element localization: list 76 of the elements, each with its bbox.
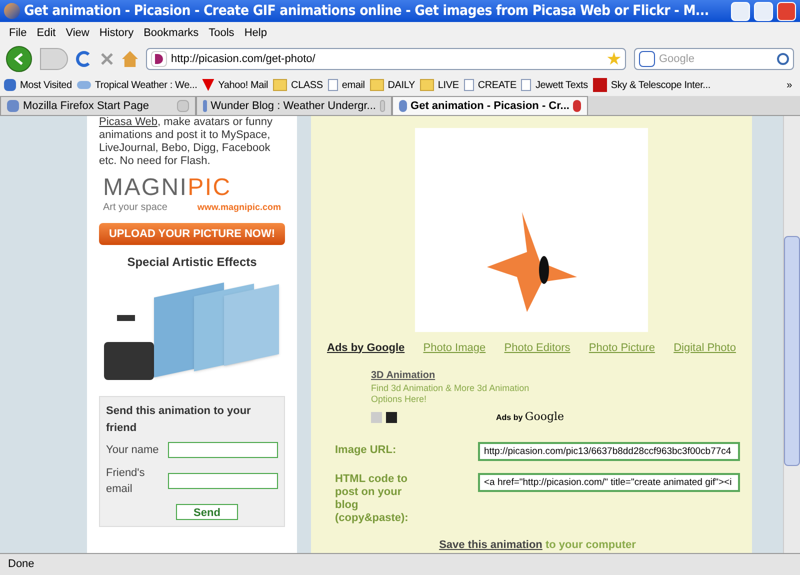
next-button[interactable] [386,412,397,423]
bookmark-item[interactable]: Tropical Weather : We... [94,78,198,92]
menu-item[interactable]: View [60,24,94,42]
intro-paragraph: Picasa Web, make avatars or funny animations and post it to MySpace, LiveJournal, Bebo, Digg, Facebook etc. No need for Flash. [99,116,274,168]
save-link[interactable]: Save this animation [439,538,542,550]
address-bar[interactable]: http://picasion.com/get-photo/ [146,48,626,70]
bookmark-item[interactable]: CREATE [478,78,516,92]
close-button[interactable] [777,2,796,20]
field-label: HTML code to post on your blog (copy&paste): [335,472,410,524]
browser-tab[interactable]: Wunder Blog : Weather Undergr... [196,96,392,115]
ads-by-google-label: Ads by Google [496,409,564,425]
menu-item[interactable]: Tools [204,24,240,42]
forward-button[interactable] [40,48,68,70]
logo-wordmark: MAGNI PIC [103,176,232,200]
bookmark-item[interactable]: Yahoo! Mail [218,78,268,92]
save-sentence: Save this animation to your computer [438,538,637,552]
square-logo-icon [592,78,607,92]
send-button[interactable]: Send [176,504,238,520]
bookmark-item[interactable]: email [342,78,365,92]
input-field[interactable]: <a href="http://picasion.com/" title="create animated gif"><i [478,472,740,492]
bookmark-item[interactable]: Jewett Texts [535,78,588,92]
page-icon [464,79,474,91]
menu-item[interactable]: Bookmarks [138,24,204,42]
tab-favicon-icon [203,100,207,112]
input-field[interactable] [168,442,278,458]
browser-tab[interactable]: Get animation - Picasion - Cr... [392,96,588,115]
picasa-link[interactable]: Picasa Web [99,116,158,128]
site-icon [151,51,167,67]
field-label: Friend's email [106,466,146,497]
menu-item[interactable]: Edit [32,24,61,42]
field-label: Your name [106,443,159,458]
search-placeholder: Google [659,52,696,67]
firefox-icon [4,3,20,19]
home-icon[interactable] [122,51,138,67]
cloud-icon [76,81,91,89]
input-field[interactable]: http://picasion.com/pic13/6637b8dd28ccf963bc3f00cb77c4 [478,442,740,460]
ads-label: Ads by Google [327,340,405,356]
folder-icon [273,79,288,91]
folder-icon [370,79,384,91]
tab-favicon-icon [7,100,19,112]
restore-button[interactable] [754,2,773,20]
logo-url: www.magnipic.com [197,201,281,214]
tab-title: Mozilla Firefox Start Page [23,98,150,114]
bookmark-item[interactable]: Most Visited [20,78,72,92]
input-field[interactable] [168,473,278,489]
effects-title: Special Artistic Effects [126,254,258,271]
url-text: http://picasion.com/get-photo/ [171,52,316,67]
bookmark-item[interactable]: CLASS [291,78,323,92]
reload-icon[interactable] [76,51,92,67]
more-bookmarks-button[interactable]: » [786,78,796,92]
field-label: Image URL: [335,442,396,458]
bookmark-item[interactable]: DAILY [388,78,415,92]
tab-close-icon[interactable] [573,100,581,112]
back-button[interactable] [6,46,32,72]
stop-icon[interactable] [100,52,114,66]
tab-title: Get animation - Picasion - Cr... [410,98,570,114]
tab-title: Wunder Blog : Weather Undergr... [210,98,376,114]
menu-item[interactable]: History [94,24,139,42]
minimize-button[interactable] [731,2,750,20]
page-icon [521,79,532,91]
window-title: Get animation - Picasion - Create GIF animations online - Get images from Picasa Web or Flickr - M... [24,2,710,20]
page-icon [328,79,338,91]
ad-text: Find 3d Animation & More 3d Animation Options Here! [371,383,530,405]
menu-item[interactable]: File [4,24,32,42]
scrollbar[interactable] [783,116,800,553]
ad-title[interactable]: 3D Animation [371,368,436,383]
status-text: Done [8,557,34,572]
browser-tab[interactable]: Mozilla Firefox Start Page [0,96,196,115]
folder-icon [420,79,434,91]
tab-favicon-icon [399,100,407,112]
bookmark-item[interactable]: Sky & Telescope Inter... [610,78,710,92]
bookmark-item[interactable]: LIVE [438,78,459,92]
search-icon[interactable] [777,53,789,65]
logo-tagline: Art your space [103,201,168,215]
form-title: Send this animation to your friend [106,404,252,436]
menu-item[interactable]: Help [239,24,272,42]
